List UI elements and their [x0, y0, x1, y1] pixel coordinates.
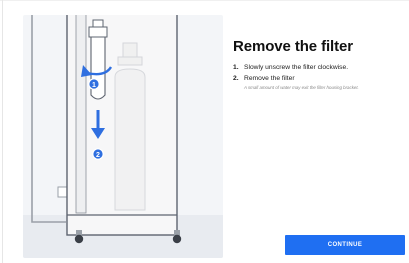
- continue-button[interactable]: CONTINUE: [285, 235, 405, 255]
- step-text: Slowly unscrew the filter clockwise.: [244, 64, 349, 71]
- filter-cap: [92, 19, 104, 28]
- cylinder-valve: [122, 42, 138, 58]
- step-2-marker-label: 2: [96, 152, 100, 159]
- co2-cylinder: [114, 68, 146, 211]
- window-left-edge: [2, 0, 3, 263]
- step-number: 2.: [233, 75, 239, 82]
- instruction-panel: Remove the filter 1. Slowly unscrew the …: [233, 38, 403, 90]
- window-top-edge: [0, 0, 409, 1]
- page-title: Remove the filter: [233, 38, 353, 55]
- filter-removal-illustration: 1 2: [23, 15, 223, 258]
- step-text: Remove the filter: [244, 75, 295, 82]
- water-note: A small amount of water may exit the fil…: [244, 85, 359, 90]
- app-window: 1 2 Remove the filter 1. Slowly unscrew …: [0, 0, 409, 263]
- cylinder-regulator: [117, 56, 143, 66]
- step-1-marker-label: 1: [92, 82, 96, 89]
- inner-column: [75, 15, 87, 214]
- left-wheel: [74, 234, 84, 244]
- filter-housing-top: [88, 26, 108, 38]
- step-item: 1. Slowly unscrew the filter clockwise.: [233, 64, 403, 71]
- step-item: 2. Remove the filter: [233, 75, 403, 82]
- right-wheel: [172, 234, 182, 244]
- steps-list: 1. Slowly unscrew the filter clockwise. …: [233, 64, 403, 82]
- pipe-bracket: [57, 186, 68, 198]
- illustration-svg: 1 2: [23, 15, 223, 258]
- step-number: 1.: [233, 64, 239, 71]
